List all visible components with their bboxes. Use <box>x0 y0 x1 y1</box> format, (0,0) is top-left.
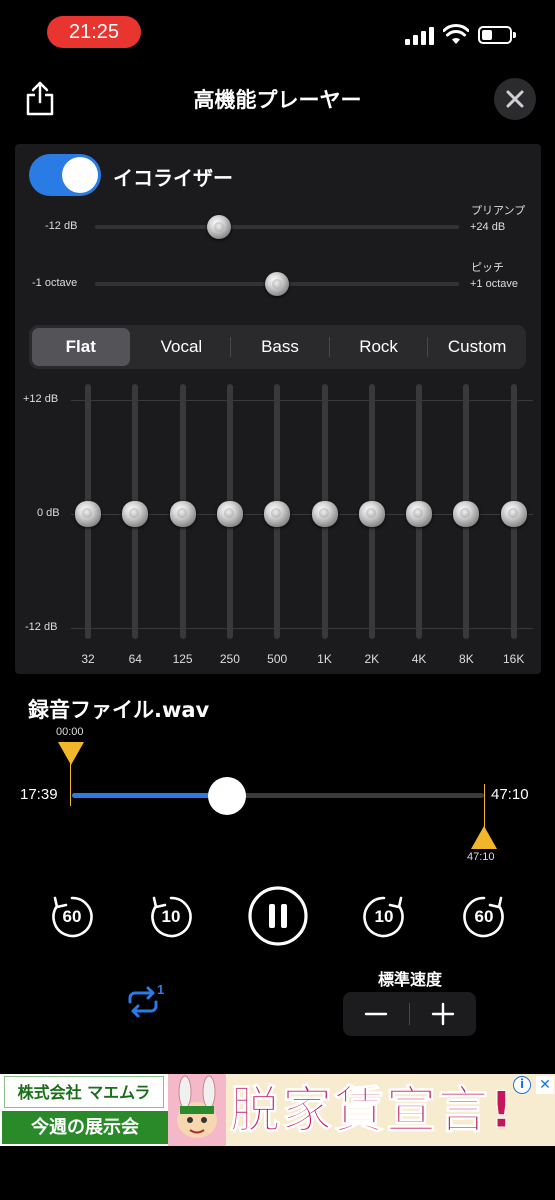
eq-band-label: 1K <box>317 652 332 666</box>
ad-company-name: 株式会社 マエムラ <box>4 1076 164 1108</box>
db-bottom-label: -12 dB <box>25 621 58 633</box>
ad-close-icon[interactable]: ✕ <box>536 1076 554 1094</box>
eq-band-label: 64 <box>128 652 142 666</box>
eq-band-thumb-250[interactable] <box>216 501 243 527</box>
ad-banner[interactable]: 株式会社 マエムラ 今週の展示会 脱家賃宣言! <box>0 1074 555 1146</box>
eq-band-label: 4K <box>411 652 427 666</box>
eq-band-label: 2K <box>364 652 380 666</box>
total-time: 47:10 <box>491 786 529 803</box>
progress-slider[interactable] <box>72 793 484 798</box>
speed-stepper <box>343 992 476 1036</box>
repeat-badge: 1 <box>157 982 165 997</box>
skip-back-10-button[interactable]: 10 <box>148 894 194 940</box>
db-top-label: +12 dB <box>23 393 59 405</box>
preamp-slider[interactable] <box>95 225 459 229</box>
eq-band-thumb-16K[interactable] <box>500 501 527 527</box>
start-marker-label: 00:00 <box>56 726 84 738</box>
eq-band-thumb-1K[interactable] <box>311 501 338 527</box>
preset-selector: Flat Vocal Bass Rock Custom <box>29 325 526 369</box>
pitch-min-label: -1 octave <box>32 277 78 289</box>
skip-forward-10-label: 10 <box>374 907 394 926</box>
skip-forward-60-label: 60 <box>474 907 494 926</box>
page-title: 高機能プレーヤー <box>193 88 362 112</box>
eq-band-label: 250 <box>219 652 240 666</box>
status-time: 21:25 <box>47 16 141 48</box>
equalizer-panel: イコライザー -12 dB プリアンプ +24 dB -1 octave ピッチ… <box>15 144 541 674</box>
preamp-title: プリアンプ <box>471 205 526 217</box>
ad-info-icon[interactable]: i <box>513 1076 531 1094</box>
skip-forward-10-button[interactable]: 10 <box>361 894 407 940</box>
eq-band-thumb-2K[interactable] <box>358 501 385 527</box>
preamp-max-label: +24 dB <box>470 221 506 233</box>
pitch-slider-thumb[interactable] <box>265 272 289 296</box>
eq-band-thumb-8K[interactable] <box>453 501 480 527</box>
eq-band-label: 16K <box>503 652 525 666</box>
skip-back-60-label: 60 <box>62 907 82 926</box>
skip-back-60-button[interactable]: 60 <box>49 894 95 940</box>
pitch-title: ピッチ <box>471 262 504 274</box>
eq-band-label: 32 <box>81 652 95 666</box>
pitch-max-label: +1 octave <box>470 278 519 290</box>
eq-band-thumb-32[interactable] <box>75 501 101 527</box>
start-marker-handle[interactable] <box>57 741 85 767</box>
db-mid-label: 0 dB <box>37 507 60 519</box>
speed-decrease-button[interactable] <box>343 992 409 1036</box>
ad-headline: 脱家賃宣言! <box>230 1081 515 1140</box>
end-marker-label: 47:10 <box>467 851 495 863</box>
wifi-icon <box>443 24 469 44</box>
eq-band-label: 500 <box>267 652 288 666</box>
cellular-signal-icon <box>405 27 435 45</box>
minus-icon <box>364 1012 388 1016</box>
preset-custom[interactable]: Custom <box>428 325 526 369</box>
equalizer-label: イコライザー <box>113 166 233 190</box>
preset-vocal[interactable]: Vocal <box>133 325 231 369</box>
eq-band-label: 8K <box>459 652 474 666</box>
skip-forward-60-button[interactable]: 60 <box>461 894 507 940</box>
preset-bass[interactable]: Bass <box>231 325 329 369</box>
progress-fill <box>72 793 227 798</box>
end-marker-handle[interactable] <box>470 824 498 850</box>
eq-band-thumb-64[interactable] <box>122 501 149 527</box>
close-icon <box>506 90 524 108</box>
skip-back-10-label: 10 <box>161 907 181 926</box>
equalizer-toggle[interactable] <box>29 154 101 196</box>
ad-subtitle: 今週の展示会 <box>2 1111 168 1144</box>
close-button[interactable] <box>494 78 536 120</box>
status-bar: 21:25 <box>0 0 555 62</box>
speed-increase-button[interactable] <box>410 992 476 1036</box>
preset-rock[interactable]: Rock <box>330 325 428 369</box>
ad-mascot-image <box>168 1074 226 1146</box>
progress-thumb[interactable] <box>207 777 246 815</box>
eq-band-thumb-125[interactable] <box>169 501 196 527</box>
eq-band-graph: +12 dB 0 dB -12 dB 32 64 125 250 500 1K 2K 4K 8K… <box>15 379 541 674</box>
speed-label: 標準速度 <box>377 970 442 989</box>
preamp-min-label: -12 dB <box>45 220 78 232</box>
current-time: 17:39 <box>20 786 58 803</box>
file-name: 録音ファイル.wav <box>28 698 210 722</box>
eq-band-label: 125 <box>172 652 193 666</box>
preamp-slider-thumb[interactable] <box>206 215 231 239</box>
repeat-one-button[interactable]: 1 <box>124 982 170 1022</box>
eq-band-thumb-500[interactable] <box>264 501 291 527</box>
preset-flat[interactable]: Flat <box>32 328 130 366</box>
plus-icon <box>431 1002 455 1026</box>
eq-band-thumb-4K[interactable] <box>406 501 433 527</box>
battery-icon <box>478 26 516 44</box>
pause-icon <box>248 886 308 946</box>
pause-button[interactable] <box>247 885 309 947</box>
